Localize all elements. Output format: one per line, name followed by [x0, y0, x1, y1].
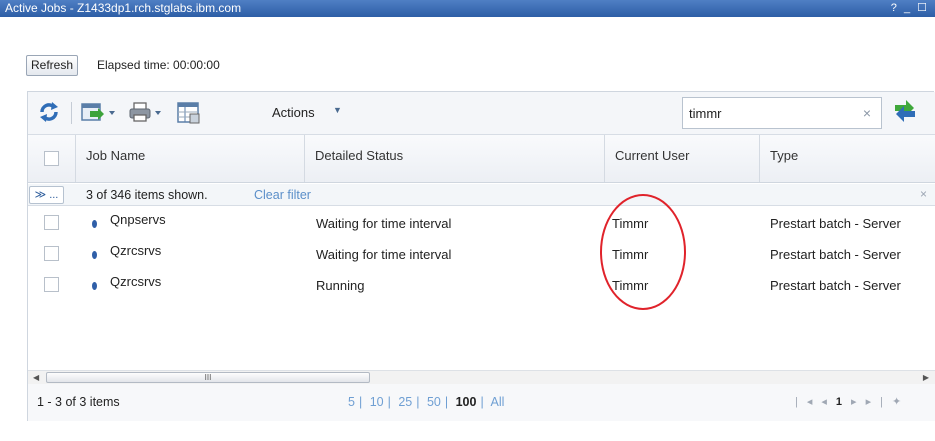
select-all-checkbox[interactable]	[44, 151, 59, 166]
annotation-circle	[600, 194, 686, 310]
page-size-option-selected[interactable]: 100	[456, 395, 477, 409]
scrollbar-thumb[interactable]: III	[46, 372, 370, 383]
page-navigation: |◂◂1▸▸|✦	[795, 395, 910, 408]
filter-bar: ≫ ... 3 of 346 items shown. Clear filter…	[28, 184, 935, 206]
column-header-current-user[interactable]: Current User	[605, 135, 760, 182]
pager-separator: |	[444, 395, 449, 409]
scroll-right-icon[interactable]: ▶	[923, 371, 929, 384]
detailed-status: Waiting for time interval	[316, 216, 452, 231]
export-icon[interactable]	[80, 101, 118, 126]
job-type: Prestart batch - Server	[770, 247, 901, 262]
pager-separator: |	[387, 395, 391, 409]
job-name[interactable]: Qzrcsrvs	[110, 243, 161, 258]
page-size-option[interactable]: 10	[370, 395, 384, 409]
table-row[interactable]: Qzrcsrvs Running Timmr Prestart batch - …	[28, 270, 935, 299]
go-to-page-icon[interactable]: ✦	[892, 396, 910, 408]
search-value[interactable]: timmr	[689, 106, 722, 121]
scroll-left-icon[interactable]: ◀	[33, 371, 39, 384]
job-status-dot-icon	[92, 220, 97, 228]
jobs-table-panel: Actions ▼ timmr × Job Name Detailed Stat…	[27, 91, 935, 421]
job-name[interactable]: Qnpservs	[110, 212, 166, 227]
window-title-bar: Active Jobs - Z1433dp1.rch.stglabs.ibm.c…	[0, 0, 935, 17]
window-controls[interactable]: ? _ ☐	[891, 0, 929, 17]
row-checkbox[interactable]	[44, 246, 59, 261]
job-name[interactable]: Qzrcsrvs	[110, 274, 161, 289]
select-all-cell	[28, 135, 76, 182]
pager-separator: |	[416, 395, 420, 409]
job-status-dot-icon	[92, 251, 97, 259]
column-header-job-name[interactable]: Job Name	[76, 135, 305, 182]
detailed-status: Waiting for time interval	[316, 247, 452, 262]
pager-separator: |	[358, 395, 363, 409]
next-page-icon[interactable]: ▸	[851, 396, 866, 408]
item-count: 1 - 3 of 3 items	[37, 395, 120, 409]
pager-separator: |	[480, 395, 484, 409]
search-go-icon[interactable]	[892, 97, 918, 126]
refresh-button[interactable]: Refresh	[26, 55, 79, 76]
actions-menu[interactable]: Actions	[272, 105, 315, 120]
filter-icon[interactable]: ≫ ...	[29, 186, 64, 204]
table-settings-icon[interactable]	[176, 101, 202, 128]
job-type: Prestart batch - Server	[770, 216, 901, 231]
table-row[interactable]: Qzrcsrvs Waiting for time interval Timmr…	[28, 239, 935, 268]
page-size-option[interactable]: All	[491, 395, 505, 409]
elapsed-time: Elapsed time: 00:00:00	[97, 58, 220, 72]
column-header-detailed-status[interactable]: Detailed Status	[305, 135, 605, 182]
clear-filter-link[interactable]: Clear filter	[254, 188, 311, 202]
filter-summary: 3 of 346 items shown.	[86, 188, 208, 202]
table-header: Job Name Detailed Status Current User Ty…	[28, 135, 935, 183]
print-icon[interactable]	[128, 101, 164, 126]
page-size-option[interactable]: 25	[398, 395, 412, 409]
table-footer: 1 - 3 of 3 items 5 | 10 | 25 | 50 | 100 | All…	[28, 384, 935, 421]
job-status-dot-icon	[92, 282, 97, 290]
current-page[interactable]: 1	[836, 396, 851, 408]
page-size-option[interactable]: 50	[427, 395, 441, 409]
column-header-type[interactable]: Type	[760, 135, 935, 182]
chevron-down-icon[interactable]: ▼	[333, 105, 342, 115]
search-input[interactable]: timmr ×	[682, 97, 882, 129]
detailed-status: Running	[316, 278, 365, 293]
page-size-option[interactable]: 5	[348, 395, 355, 409]
refresh-icon[interactable]	[38, 101, 60, 126]
job-type: Prestart batch - Server	[770, 278, 901, 293]
table-row[interactable]: Qnpservs Waiting for time interval Timmr…	[28, 208, 935, 237]
toolbar-divider	[71, 102, 72, 124]
toolbar: Actions ▼ timmr ×	[28, 92, 935, 135]
clear-search-icon[interactable]: ×	[863, 105, 871, 121]
window-title: Active Jobs - Z1433dp1.rch.stglabs.ibm.c…	[5, 1, 242, 15]
row-checkbox[interactable]	[44, 215, 59, 230]
row-checkbox[interactable]	[44, 277, 59, 292]
last-page-icon[interactable]: ▸|	[866, 396, 892, 408]
page-size-selector: 5 | 10 | 25 | 50 | 100 | All	[348, 395, 504, 409]
horizontal-scrollbar[interactable]: ◀ III ▶	[28, 370, 935, 384]
first-page-icon[interactable]: |◂	[795, 396, 821, 408]
close-filter-icon[interactable]: ×	[920, 187, 927, 201]
prev-page-icon[interactable]: ◂	[821, 396, 836, 408]
